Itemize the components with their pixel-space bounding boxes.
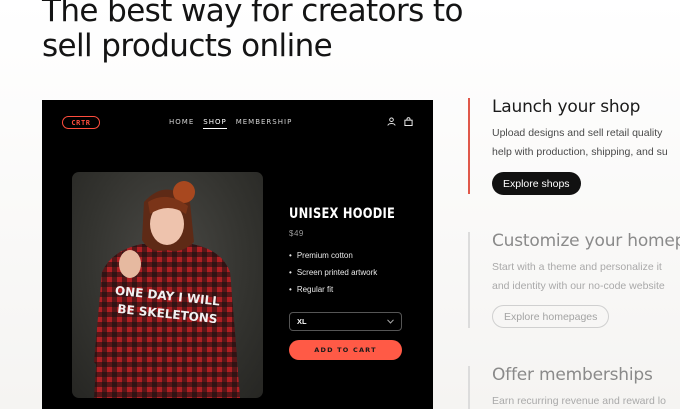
feature-divider <box>468 366 470 409</box>
hero-headline: The best way for creators to sell produc… <box>42 0 463 64</box>
feature-title-shop: Launch your shop <box>492 97 641 117</box>
feature-divider-active <box>468 98 470 194</box>
user-icon[interactable] <box>387 117 396 126</box>
store-nav: HOME SHOP MEMBERSHIP <box>169 118 292 129</box>
bag-icon[interactable] <box>404 117 413 126</box>
feature-desc-memberships: Earn recurring revenue and reward lo <box>492 395 666 407</box>
product-features: Premium cotton Screen printed artwork Re… <box>289 250 377 301</box>
nav-membership[interactable]: MEMBERSHIP <box>236 118 293 129</box>
explore-homepages-button[interactable]: Explore homepages <box>492 305 610 328</box>
feature-title-homepage: Customize your homep <box>492 231 680 251</box>
feature-bullet: Screen printed artwork <box>289 267 377 284</box>
feature-bullet: Regular fit <box>289 284 377 301</box>
feature-desc-shop: Upload designs and sell retail quality h… <box>492 127 668 158</box>
product-photo: ONE DAY I WILL BE SKELETONS <box>72 172 263 398</box>
size-value: XL <box>297 317 307 326</box>
product-price: $49 <box>289 229 304 238</box>
store-logo[interactable]: CRTR <box>62 116 100 129</box>
store-preview: CRTR HOME SHOP MEMBERSHIP ONE DAY I WILL… <box>42 100 433 409</box>
feature-divider <box>468 232 470 328</box>
chevron-down-icon <box>387 319 394 324</box>
size-select[interactable]: XL <box>289 312 402 331</box>
add-to-cart-button[interactable]: ADD TO CART <box>289 340 402 360</box>
product-title: UNISEX HOODIE <box>289 206 396 222</box>
explore-shops-button[interactable]: Explore shops <box>492 172 581 195</box>
feature-desc-homepage: Start with a theme and personalize it an… <box>492 261 665 292</box>
nav-shop[interactable]: SHOP <box>203 118 227 129</box>
nav-home[interactable]: HOME <box>169 118 194 129</box>
feature-title-memberships: Offer memberships <box>492 365 653 385</box>
feature-bullet: Premium cotton <box>289 250 377 267</box>
